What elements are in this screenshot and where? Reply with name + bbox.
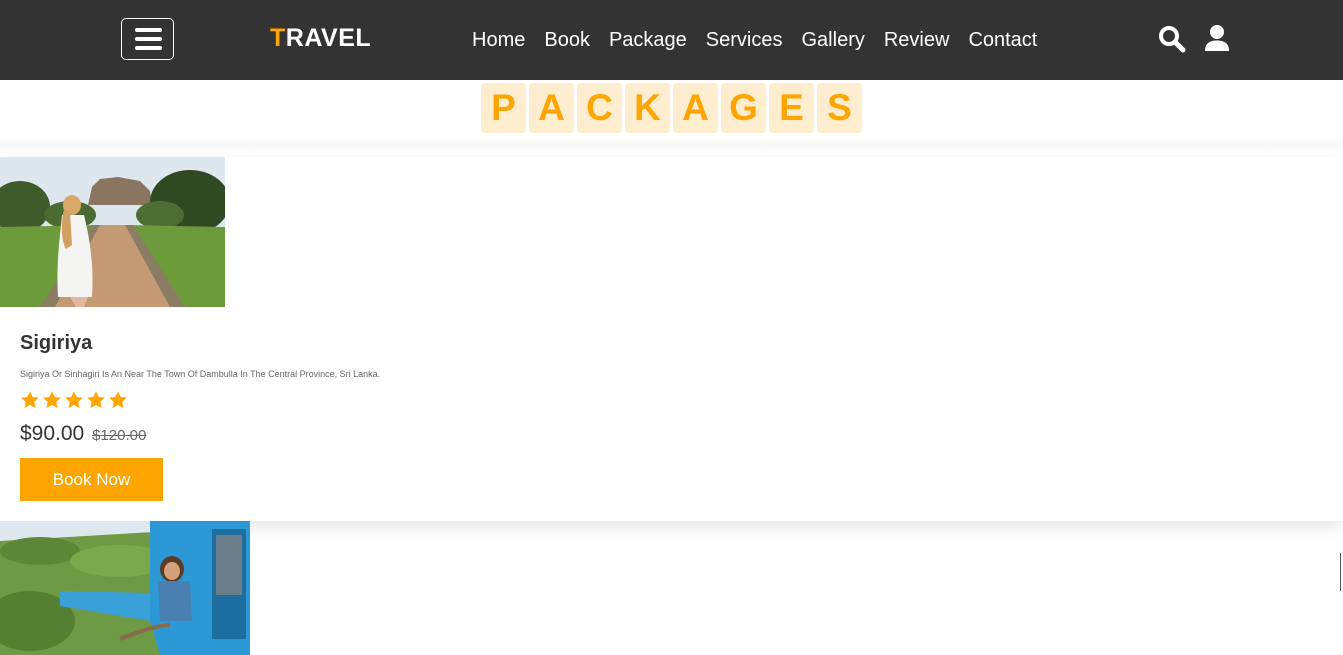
nav-link-contact[interactable]: Contact xyxy=(968,26,1037,54)
search-icon[interactable] xyxy=(1157,24,1187,54)
site-logo[interactable]: T RAVEL xyxy=(270,24,371,54)
menu-bar xyxy=(135,46,162,50)
package-image-sigiriya xyxy=(0,157,225,307)
current-price: $90.00 xyxy=(20,422,85,445)
star-icon xyxy=(87,391,105,409)
heading-letter: S xyxy=(817,83,862,133)
star-icon xyxy=(109,391,127,409)
nav-link-home[interactable]: Home xyxy=(472,26,525,54)
heading-letter: G xyxy=(721,83,766,133)
hamburger-menu-button[interactable] xyxy=(121,18,174,60)
package-price: $90.00 $120.00 xyxy=(20,422,146,446)
heading-letter: E xyxy=(769,83,814,133)
package-description: Sigiriya Or Sinhagiri Is An Near The Tow… xyxy=(20,369,381,379)
package-card: Sigiriya Sigiriya Or Sinhagiri Is An Nea… xyxy=(0,157,1343,521)
menu-bar xyxy=(135,37,162,41)
nav-link-gallery[interactable]: Gallery xyxy=(802,26,865,54)
menu-bar xyxy=(135,28,162,32)
packages-heading: P A C K A G E S xyxy=(0,83,1343,135)
heading-letter: A xyxy=(529,83,574,133)
main-nav: Home Book Package Services Gallery Revie… xyxy=(472,26,1037,54)
star-icon xyxy=(65,391,83,409)
star-icon xyxy=(21,391,39,409)
nav-link-services[interactable]: Services xyxy=(706,26,783,54)
nav-link-package[interactable]: Package xyxy=(609,26,687,54)
old-price: $120.00 xyxy=(92,427,147,444)
user-icon[interactable] xyxy=(1203,24,1233,54)
nav-link-book[interactable]: Book xyxy=(544,26,590,54)
star-icon xyxy=(43,391,61,409)
heading-letter: P xyxy=(481,83,526,133)
nav-link-review[interactable]: Review xyxy=(884,26,950,54)
package-title: Sigiriya xyxy=(20,332,93,354)
heading-letter: K xyxy=(625,83,670,133)
book-now-button[interactable]: Book Now xyxy=(20,458,163,501)
heading-divider xyxy=(0,135,1343,155)
rating-stars xyxy=(20,390,128,410)
logo-text: RAVEL xyxy=(285,24,372,52)
site-header: T RAVEL Home Book Package Services Galle… xyxy=(0,0,1343,80)
package-image-train xyxy=(0,521,250,655)
logo-accent-letter: T xyxy=(270,24,286,52)
heading-letter: C xyxy=(577,83,622,133)
heading-letter: A xyxy=(673,83,718,133)
